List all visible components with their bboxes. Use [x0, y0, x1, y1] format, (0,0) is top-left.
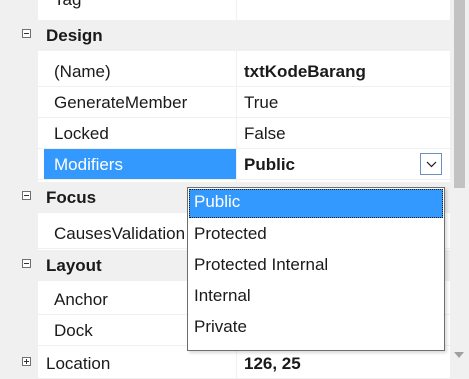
property-row-location[interactable]: Location 126, 25: [0, 348, 450, 379]
scrollbar-thumb[interactable]: [454, 0, 465, 188]
dropdown-option-label: Internal: [194, 286, 251, 305]
vertical-scrollbar[interactable]: [450, 0, 469, 379]
dropdown-option-public[interactable]: Public: [189, 189, 443, 218]
property-name: Locked: [54, 124, 109, 143]
property-name: Location: [46, 354, 111, 373]
category-design[interactable]: Design: [0, 20, 450, 51]
dropdown-option-internal[interactable]: Internal: [189, 283, 443, 312]
property-row-tag[interactable]: Tag: [44, 0, 236, 19]
dropdown-option-protected[interactable]: Protected: [189, 221, 443, 250]
dropdown-button[interactable]: [420, 153, 442, 175]
selected-property-cell[interactable]: Modifiers: [44, 149, 236, 179]
dropdown-option-label: Protected: [194, 224, 267, 243]
property-value[interactable]: Public: [244, 155, 295, 175]
modifiers-dropdown-list: Public Protected Protected Internal Inte…: [187, 187, 445, 351]
property-grid: Tag Design (Name) txtKodeBarang Generate…: [0, 0, 469, 379]
property-name: Modifiers: [54, 155, 123, 174]
property-row-name[interactable]: (Name) txtKodeBarang: [0, 56, 450, 87]
category-label-design: Design: [46, 26, 103, 45]
category-label-focus: Focus: [46, 188, 97, 207]
property-value[interactable]: True: [244, 93, 278, 113]
collapse-icon[interactable]: [22, 29, 31, 38]
property-row-modifiers[interactable]: Modifiers Public: [0, 149, 450, 180]
dropdown-option-label: Private: [194, 317, 247, 336]
property-value[interactable]: 126, 25: [244, 354, 301, 374]
dropdown-option-private[interactable]: Private: [189, 314, 443, 343]
collapse-icon[interactable]: [22, 259, 31, 268]
property-name: (Name): [54, 62, 111, 81]
scroll-down-arrow-icon[interactable]: [454, 352, 464, 358]
property-row-locked[interactable]: Locked False: [0, 118, 450, 149]
property-row-generate-member[interactable]: GenerateMember True: [0, 87, 450, 118]
chevron-down-icon: [426, 161, 437, 168]
property-name-tag: Tag: [54, 0, 81, 10]
dropdown-option-label: Public: [194, 192, 241, 211]
property-value[interactable]: False: [244, 124, 286, 144]
expand-icon[interactable]: [22, 357, 31, 366]
property-name: GenerateMember: [54, 93, 188, 112]
property-value[interactable]: txtKodeBarang: [244, 62, 366, 82]
dropdown-option-label: Protected Internal: [194, 255, 329, 274]
dropdown-option-protected-internal[interactable]: Protected Internal: [189, 252, 443, 281]
category-label-layout: Layout: [46, 256, 102, 275]
collapse-icon[interactable]: [22, 191, 31, 200]
